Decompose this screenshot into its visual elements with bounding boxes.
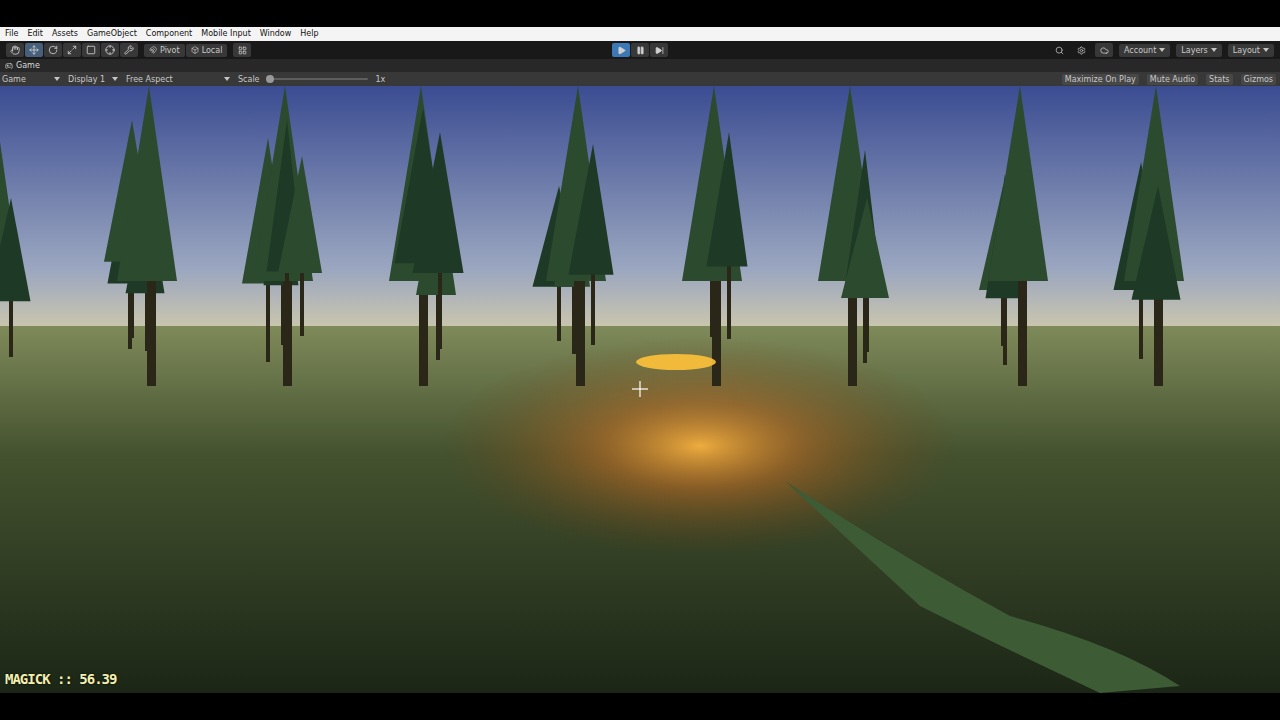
tree: [1132, 186, 1181, 361]
custom-icon: [124, 45, 134, 55]
menu-item[interactable]: Component: [146, 30, 192, 38]
aspect-dropdown[interactable]: Free Aspect: [126, 75, 230, 84]
tree: [569, 144, 614, 345]
tree: [117, 86, 177, 386]
rotate-tool-button[interactable]: [44, 43, 62, 57]
tab-row: Game: [0, 59, 1280, 72]
rect-icon: [86, 45, 96, 55]
scale-control: Scale 1x: [238, 75, 385, 84]
top-letterbox: [0, 0, 1280, 27]
view-toggle[interactable]: Gizmos: [1241, 74, 1276, 85]
transform-tool-button[interactable]: [101, 43, 119, 57]
toolbar-dropdown[interactable]: Layers: [1176, 44, 1221, 57]
view-toggle[interactable]: Stats: [1206, 74, 1232, 85]
transform-icon: [105, 45, 115, 55]
step-button[interactable]: [650, 43, 668, 57]
hand-icon: [10, 45, 20, 55]
tree: [707, 132, 748, 339]
tree: [413, 132, 464, 349]
tree: [278, 156, 322, 336]
hand-tool-button[interactable]: [6, 43, 24, 57]
main-toolbar: PivotLocal Account Layers Layout: [0, 41, 1280, 59]
caret-icon: [1159, 48, 1165, 52]
menu-item[interactable]: Assets: [52, 30, 78, 38]
bottom-letterbox: [0, 693, 1280, 720]
search-icon[interactable]: [1051, 43, 1067, 57]
scale-tool-button[interactable]: [63, 43, 81, 57]
crosshair-icon: [631, 380, 649, 398]
rotate-icon: [48, 45, 58, 55]
grid-snap-button[interactable]: [233, 43, 251, 57]
custom-tool-button[interactable]: [120, 43, 138, 57]
caret-icon: [1211, 48, 1217, 52]
local-icon: [191, 46, 199, 54]
scale-icon: [67, 45, 77, 55]
game-viewport[interactable]: MAGICK :: 56.39: [0, 86, 1280, 693]
menu-item[interactable]: Edit: [27, 30, 43, 38]
menu-item[interactable]: Help: [300, 30, 318, 38]
move-icon: [29, 45, 39, 55]
caret-icon: [112, 77, 118, 81]
caret-icon: [54, 77, 60, 81]
scale-label: Scale: [238, 75, 260, 84]
menu-item[interactable]: Window: [260, 30, 292, 38]
pivot-icon: [149, 46, 157, 54]
step-icon: [655, 46, 664, 55]
play-icon: [617, 46, 626, 55]
scale-value: 1x: [376, 75, 386, 84]
tree: [988, 86, 1048, 386]
pivot-button[interactable]: Pivot: [144, 44, 185, 57]
view-toggle[interactable]: Maximize On Play: [1062, 74, 1139, 85]
tool-section: PivotLocal: [6, 43, 612, 57]
game-view-options: Game Display 1 Free Aspect Scale 1x: [2, 75, 385, 84]
play-button[interactable]: [612, 43, 630, 57]
toolbar-dropdown[interactable]: Account: [1119, 44, 1170, 57]
menu-item[interactable]: Mobile Input: [201, 30, 251, 38]
scale-slider[interactable]: [268, 78, 368, 80]
wand: [785, 481, 1180, 693]
caret-icon: [224, 77, 230, 81]
tree: [0, 198, 31, 357]
handle-group: PivotLocal: [144, 44, 227, 57]
scale-slider-thumb[interactable]: [266, 75, 274, 83]
tree: [1124, 86, 1184, 386]
menu-item[interactable]: GameObject: [87, 30, 137, 38]
unity-editor: File Edit Assets GameObject Component Mobile …: [0, 0, 1280, 720]
game-view-toggles: Maximize On Play Mute Audio Stats Gizmos: [1062, 74, 1276, 85]
game-view-bar: Game Display 1 Free Aspect Scale 1x Maximize …: [0, 72, 1280, 86]
magick-hud: MAGICK :: 56.39: [5, 671, 116, 687]
game-tab[interactable]: Game: [5, 62, 40, 70]
cloud-button[interactable]: [1095, 43, 1113, 57]
view-toggle[interactable]: Mute Audio: [1147, 74, 1198, 85]
tool-group: [6, 43, 138, 57]
local-button[interactable]: Local: [186, 44, 228, 57]
view-dropdown[interactable]: Game: [2, 75, 60, 84]
fire-bolt: [636, 354, 716, 370]
toolbar-dropdown[interactable]: Layout: [1228, 44, 1274, 57]
menu-bar: File Edit Assets GameObject Component Mobile …: [0, 27, 1280, 41]
caret-icon: [1263, 48, 1269, 52]
grid-icon: [238, 46, 247, 55]
menu-item[interactable]: File: [5, 30, 18, 38]
account-section: Account Layers Layout: [668, 43, 1274, 57]
pause-button[interactable]: [631, 43, 649, 57]
pause-icon: [636, 46, 645, 55]
rect-tool-button[interactable]: [82, 43, 100, 57]
playback-group: [612, 43, 668, 57]
move-tool-button[interactable]: [25, 43, 43, 57]
settings-icon[interactable]: [1073, 43, 1089, 57]
gamepad-icon: [5, 62, 13, 70]
cloud-icon: [1100, 46, 1109, 55]
display-dropdown[interactable]: Display 1: [68, 75, 118, 84]
tree: [841, 198, 889, 352]
